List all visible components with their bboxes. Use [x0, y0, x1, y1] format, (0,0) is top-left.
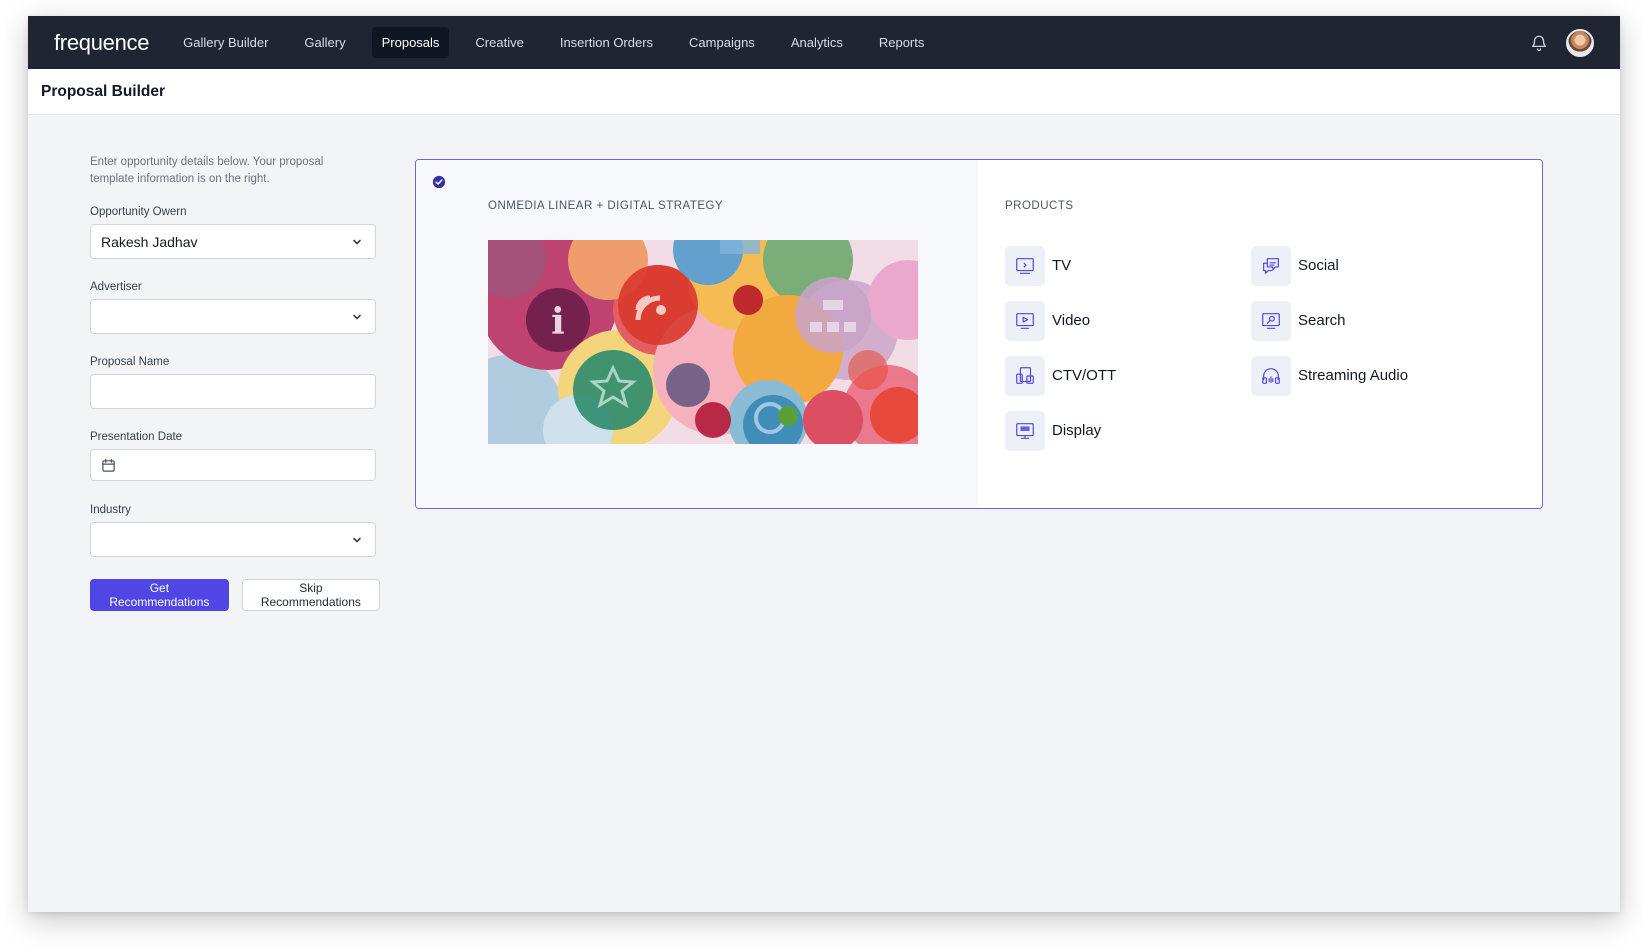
template-thumbnail: i: [488, 240, 918, 444]
industry-label: Industry: [90, 504, 131, 516]
proposal-name-group: Proposal Name: [90, 356, 380, 409]
nav-item-gallery-builder[interactable]: Gallery Builder: [173, 27, 278, 58]
display-icon: [1005, 410, 1045, 451]
frequence-logo[interactable]: frequence: [54, 30, 149, 56]
calendar-icon[interactable]: [101, 458, 116, 473]
nav-item-campaigns[interactable]: Campaigns: [679, 27, 765, 58]
products-title: PRODUCTS: [1005, 200, 1074, 212]
industry-select[interactable]: [90, 522, 376, 557]
opportunity-owner-label: Opportunity Owern: [90, 206, 187, 218]
form-intro: Enter opportunity details below. Your pr…: [90, 156, 324, 185]
chevron-down-icon: [353, 537, 361, 543]
proposal-name-input[interactable]: [90, 374, 376, 409]
presentation-date-input[interactable]: [90, 449, 376, 481]
product-label: Display: [1052, 422, 1102, 439]
tv-icon: [1005, 245, 1045, 286]
chevron-down-icon: [353, 239, 361, 245]
nav-item-proposals[interactable]: Proposals: [371, 27, 450, 58]
industry-group: Industry: [90, 504, 380, 557]
product-social: Social: [1251, 238, 1497, 293]
advertiser-group: Advertiser: [90, 281, 380, 334]
search-icon: [1251, 300, 1291, 341]
video-icon: [1005, 300, 1045, 341]
title-bar: Proposal Builder: [28, 69, 1620, 115]
nav-items: Gallery Builder Gallery Proposals Creati…: [173, 27, 946, 58]
opportunity-form: Enter opportunity details below. Your pr…: [90, 154, 380, 611]
template-products: PRODUCTS TV Social Video Search CTV/OTT …: [978, 160, 1542, 508]
product-ctv-ott: CTV/OTT: [1005, 348, 1251, 403]
product-streaming-audio: Streaming Audio: [1251, 348, 1497, 403]
user-avatar[interactable]: [1566, 28, 1594, 57]
form-buttons: Get Recommendations Skip Recommendations: [90, 579, 380, 611]
nav-item-reports[interactable]: Reports: [869, 27, 935, 58]
social-icon: [1251, 245, 1291, 286]
product-video: Video: [1005, 293, 1251, 348]
product-search: Search: [1251, 293, 1497, 348]
product-tv: TV: [1005, 238, 1251, 293]
proposal-name-label: Proposal Name: [90, 356, 170, 368]
product-label: Video: [1052, 312, 1091, 329]
app-window: frequence Gallery Builder Gallery Propos…: [28, 16, 1620, 912]
template-name: ONMEDIA LINEAR + DIGITAL STRATEGY: [488, 200, 724, 212]
template-preview: ONMEDIA LINEAR + DIGITAL STRATEGY i: [416, 160, 978, 508]
nav-item-creative[interactable]: Creative: [465, 27, 533, 58]
page-title: Proposal Builder: [41, 82, 166, 100]
advertiser-label: Advertiser: [90, 281, 142, 293]
opportunity-owner-select[interactable]: Rakesh Jadhav: [90, 224, 376, 259]
chevron-down-icon: [353, 314, 361, 320]
headphones-icon: [1251, 355, 1291, 396]
opportunity-owner-value: Rakesh Jadhav: [101, 233, 198, 250]
svg-text:i: i: [551, 301, 565, 343]
nav-item-analytics[interactable]: Analytics: [781, 27, 853, 58]
opportunity-owner-group: Opportunity Owern Rakesh Jadhav: [90, 206, 380, 259]
presentation-date-group: Presentation Date: [90, 431, 380, 481]
product-label: TV: [1052, 257, 1072, 274]
product-label: Streaming Audio: [1298, 367, 1409, 384]
product-display: Display: [1005, 403, 1251, 458]
top-nav: frequence Gallery Builder Gallery Propos…: [28, 16, 1620, 69]
products-grid: TV Social Video Search CTV/OTT Streaming…: [1005, 238, 1497, 458]
get-recommendations-button[interactable]: Get Recommendations: [90, 579, 229, 611]
skip-recommendations-button[interactable]: Skip Recommendations: [241, 579, 380, 611]
nav-item-insertion-orders[interactable]: Insertion Orders: [550, 27, 663, 58]
product-label: Search: [1298, 312, 1346, 329]
nav-right: [1530, 16, 1594, 69]
nav-item-gallery[interactable]: Gallery: [294, 27, 355, 58]
advertiser-select[interactable]: [90, 299, 376, 334]
product-label: CTV/OTT: [1052, 367, 1117, 384]
check-circle-icon: [432, 175, 446, 189]
presentation-date-label: Presentation Date: [90, 431, 183, 443]
bell-icon[interactable]: [1530, 34, 1548, 52]
colorful-circles-image: i: [488, 240, 918, 444]
product-label: Social: [1298, 257, 1339, 274]
ctv-ott-icon: [1005, 355, 1045, 396]
proposal-template-card[interactable]: ONMEDIA LINEAR + DIGITAL STRATEGY i PROD…: [415, 159, 1543, 509]
